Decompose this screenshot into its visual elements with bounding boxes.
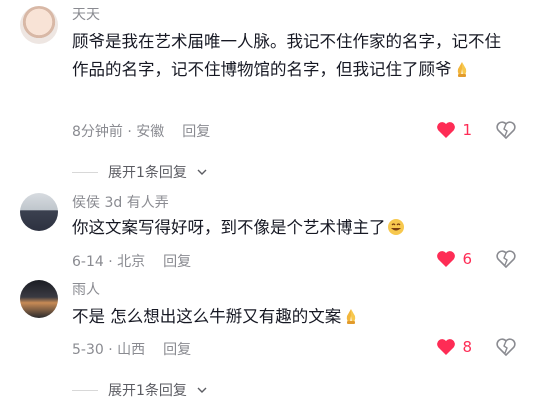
avatar[interactable] — [20, 193, 58, 231]
comment-time-location: 8分钟前 · 安徽 — [72, 124, 165, 140]
comment-meta: 6-14 · 北京 回复 — [72, 251, 191, 271]
expand-replies-button[interactable]: 展开1条回复 — [72, 162, 207, 182]
pray-hands-emoji-icon — [347, 309, 356, 324]
like-count: 6 — [462, 250, 472, 268]
comment-meta: 5-30 · 山西 回复 — [72, 339, 191, 359]
comment-text: 你这文案写得好呀，到不像是个艺术博主了 — [72, 214, 512, 242]
comment-text-body: 顾爷是我在艺术届唯一人脉。我记不住作家的名字，记不住作品的名字，记不住博物馆的名… — [72, 32, 501, 79]
chevron-down-icon — [197, 387, 207, 393]
comment-username[interactable]: 天天 — [72, 4, 100, 24]
comment-username[interactable]: 侯侯 3d 有人弄 — [72, 192, 169, 212]
expand-replies-button[interactable]: 展开1条回复 — [72, 380, 207, 400]
like-button[interactable]: 8 — [436, 338, 472, 356]
heart-icon — [437, 339, 456, 355]
comment-text: 不是 怎么想出这么牛掰又有趣的文案 — [72, 303, 512, 331]
like-button[interactable]: 6 — [436, 250, 472, 268]
pray-hands-emoji-icon — [457, 62, 466, 77]
comment-meta: 8分钟前 · 安徽 回复 — [72, 121, 210, 141]
divider-line — [72, 171, 98, 173]
comment-text-body: 不是 怎么想出这么牛掰又有趣的文案 — [72, 307, 342, 326]
comment-text-body: 你这文案写得好呀，到不像是个艺术博主了 — [72, 218, 386, 237]
broken-heart-icon[interactable] — [496, 120, 516, 140]
reply-button[interactable]: 回复 — [182, 124, 210, 140]
like-button[interactable]: 1 — [436, 121, 472, 139]
expand-replies-label: 展开1条回复 — [108, 383, 187, 399]
reply-button[interactable]: 回复 — [163, 342, 191, 358]
grin-face-emoji-icon — [387, 219, 404, 235]
comment-text: 顾爷是我在艺术届唯一人脉。我记不住作家的名字，记不住作品的名字，记不住博物馆的名… — [72, 28, 512, 84]
expand-replies-label: 展开1条回复 — [108, 165, 187, 181]
comment-username[interactable]: 雨人 — [72, 279, 100, 299]
comment-time-location: 6-14 · 北京 — [72, 254, 146, 270]
broken-heart-icon[interactable] — [496, 249, 516, 269]
avatar[interactable] — [20, 280, 58, 318]
divider-line — [72, 389, 98, 391]
broken-heart-icon[interactable] — [496, 337, 516, 357]
heart-icon — [437, 122, 456, 138]
avatar[interactable] — [20, 6, 58, 44]
reply-button[interactable]: 回复 — [163, 254, 191, 270]
like-count: 8 — [462, 338, 472, 356]
chevron-down-icon — [197, 169, 207, 175]
like-count: 1 — [462, 121, 472, 139]
comment-time-location: 5-30 · 山西 — [72, 342, 146, 358]
heart-icon — [437, 251, 456, 267]
